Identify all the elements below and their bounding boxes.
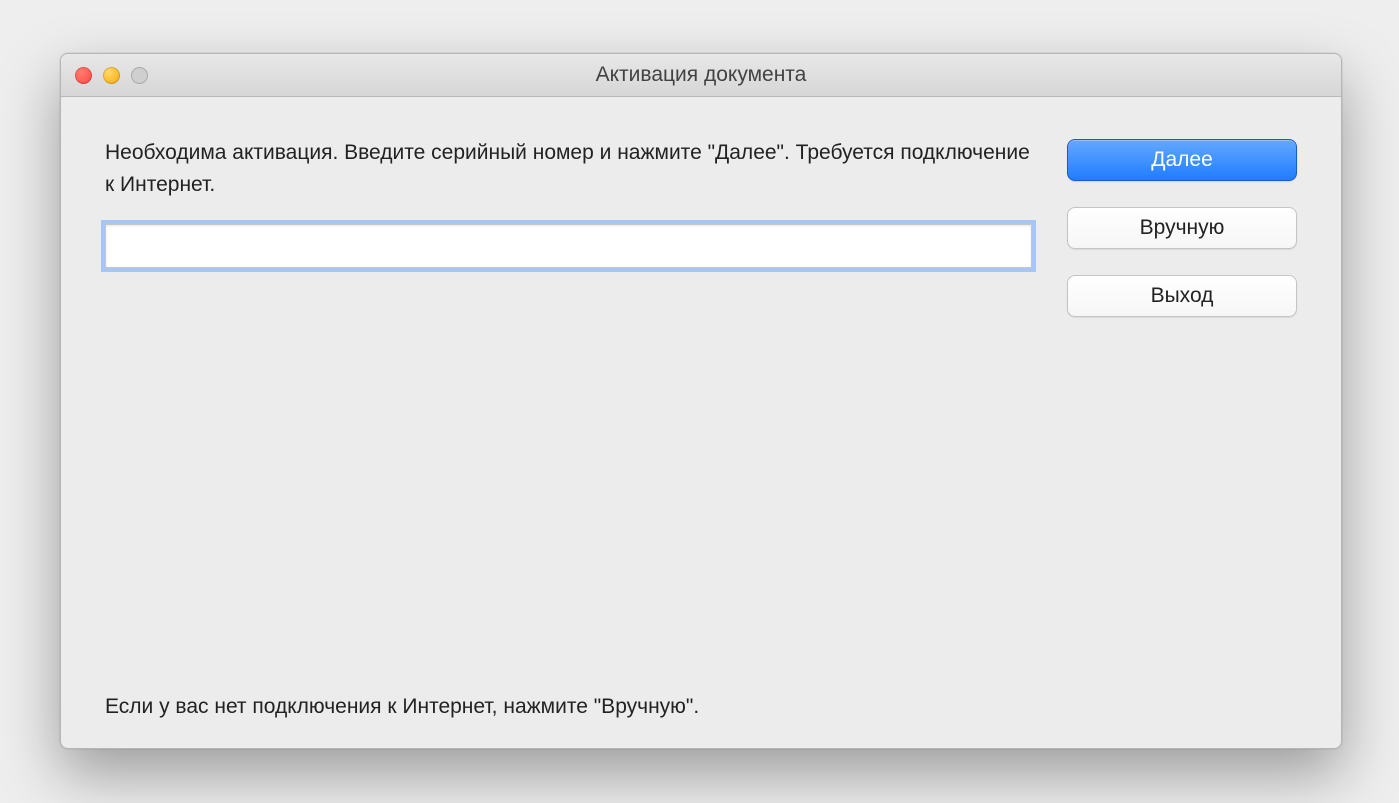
serial-input[interactable]	[105, 224, 1032, 268]
desktop-backdrop: Активация документа Необходима активация…	[0, 0, 1399, 803]
hint-text: Если у вас нет подключения к Интернет, н…	[105, 695, 1032, 719]
button-column: Далее Вручную Выход	[1067, 137, 1297, 719]
manual-button[interactable]: Вручную	[1067, 207, 1297, 249]
instructions-text: Необходима активация. Введите серийный н…	[105, 137, 1032, 200]
next-button[interactable]: Далее	[1067, 139, 1297, 181]
serial-field-wrap	[105, 224, 1032, 268]
spacer	[105, 268, 1032, 675]
exit-button[interactable]: Выход	[1067, 275, 1297, 317]
close-icon[interactable]	[75, 67, 92, 84]
left-column: Необходима активация. Введите серийный н…	[105, 137, 1032, 719]
window-title: Активация документа	[61, 63, 1341, 87]
zoom-icon	[131, 67, 148, 84]
activation-window: Активация документа Необходима активация…	[60, 53, 1342, 749]
titlebar: Активация документа	[61, 54, 1341, 97]
traffic-lights	[75, 67, 148, 84]
content-area: Необходима активация. Введите серийный н…	[61, 97, 1341, 749]
minimize-icon[interactable]	[103, 67, 120, 84]
